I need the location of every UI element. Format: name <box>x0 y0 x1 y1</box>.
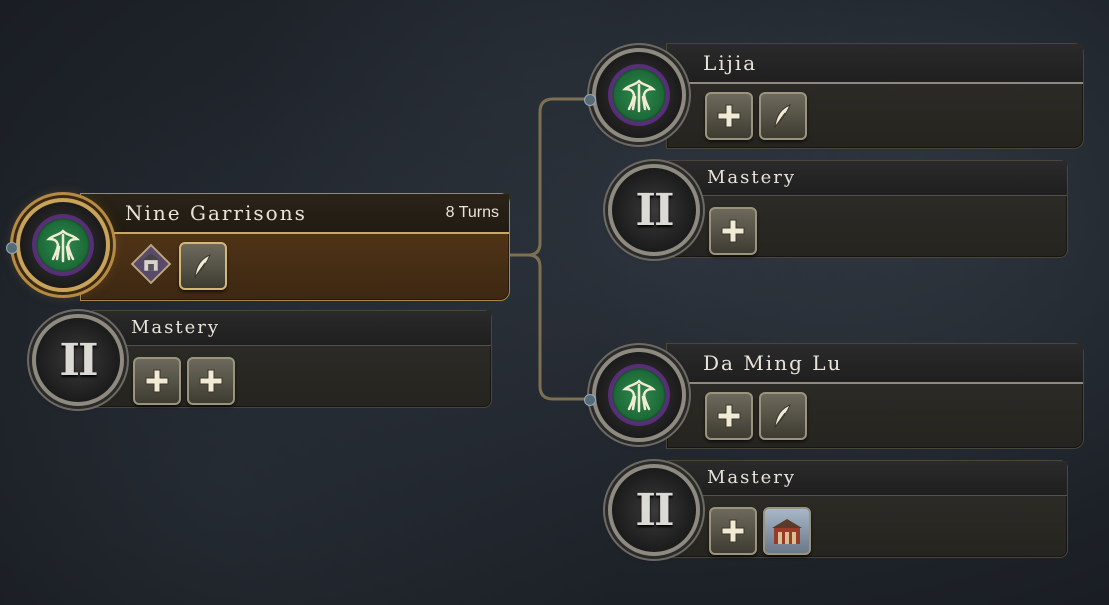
node-panel: Lijia <box>666 43 1084 149</box>
node-title: Mastery <box>131 317 221 338</box>
plus-icon[interactable] <box>709 507 757 555</box>
mastery-medallion[interactable]: II <box>608 464 700 556</box>
node-medallion[interactable] <box>592 48 686 142</box>
tree-node-da-ming-lu[interactable]: Da Ming Lu <box>584 340 1086 452</box>
node-panel: Nine Garrisons 8 Turns <box>80 193 510 301</box>
node-title: Mastery <box>707 167 797 188</box>
plus-icon[interactable] <box>705 392 753 440</box>
node-title-bar: Mastery <box>669 161 1067 196</box>
mastery-medallion[interactable]: II <box>32 314 124 406</box>
tree-node-lijia-mastery[interactable]: Mastery II <box>604 158 1068 260</box>
node-title: Da Ming Lu <box>703 351 843 375</box>
connector-pin <box>6 242 18 254</box>
plus-icon[interactable] <box>705 92 753 140</box>
node-panel: Da Ming Lu <box>666 343 1084 449</box>
connector-pin <box>584 394 596 406</box>
node-medallion[interactable] <box>592 348 686 442</box>
connector-pin <box>584 94 596 106</box>
node-title-bar: Mastery <box>93 311 491 346</box>
pagoda-diamond-icon[interactable] <box>129 242 173 286</box>
palace-icon[interactable] <box>763 507 811 555</box>
mastery-numeral: II <box>635 484 674 536</box>
phoenix-emblem-icon <box>608 364 670 426</box>
node-title: Mastery <box>707 467 797 488</box>
node-panel: Mastery <box>668 460 1068 558</box>
turns-remaining: 8 Turns <box>445 204 499 221</box>
node-panel: Mastery <box>92 310 492 408</box>
node-title: Nine Garrisons <box>125 201 307 225</box>
tree-node-root-mastery[interactable]: Mastery II <box>28 308 492 410</box>
feather-plus-icon[interactable] <box>179 242 227 290</box>
node-title-bar: Mastery <box>669 461 1067 496</box>
mastery-medallion[interactable]: II <box>608 164 700 256</box>
plus-icon[interactable] <box>133 357 181 405</box>
mastery-numeral: II <box>59 334 98 386</box>
mastery-numeral: II <box>635 184 674 236</box>
tree-node-nine-garrisons[interactable]: Nine Garrisons 8 Turns <box>0 190 512 302</box>
node-medallion[interactable] <box>16 198 110 292</box>
feather-plus-icon[interactable] <box>759 392 807 440</box>
phoenix-emblem-icon <box>608 64 670 126</box>
tree-node-lijia[interactable]: Lijia <box>584 40 1086 152</box>
node-panel: Mastery <box>668 160 1068 258</box>
tree-node-da-ming-lu-mastery[interactable]: Mastery II <box>604 458 1068 560</box>
phoenix-emblem-icon <box>32 214 94 276</box>
node-title-bar: Nine Garrisons 8 Turns <box>81 194 509 234</box>
node-title-bar: Lijia <box>667 44 1083 84</box>
node-title: Lijia <box>703 51 758 75</box>
plus-icon[interactable] <box>187 357 235 405</box>
feather-plus-icon[interactable] <box>759 92 807 140</box>
plus-icon[interactable] <box>709 207 757 255</box>
node-title-bar: Da Ming Lu <box>667 344 1083 384</box>
